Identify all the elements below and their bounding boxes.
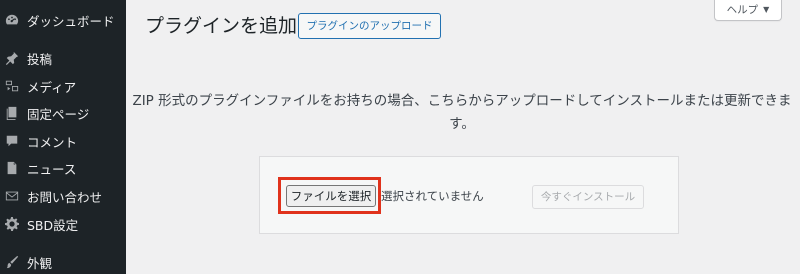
sidebar-item-label: SBD設定 [27,217,79,233]
sidebar-item-label: ダッシュボード [27,13,115,29]
sidebar-item-contact[interactable]: お問い合わせ [0,185,126,207]
sidebar-item-news[interactable]: ニュース [0,157,126,179]
page-icon [5,106,19,120]
sidebar-item-pages[interactable]: 固定ページ [0,102,126,124]
page-title: プラグインを追加 [145,15,298,37]
sidebar-item-label: メディア [27,79,77,95]
sidebar-item-label: ニュース [27,161,77,177]
no-file-selected-text: 選択されていません [381,189,484,203]
sidebar-item-media[interactable]: メディア [0,75,126,97]
brush-icon [5,255,19,269]
sidebar-item-label: 外観 [27,255,53,271]
sidebar-item-label: コメント [27,134,78,150]
sidebar-item-appearance[interactable]: 外観 [0,251,126,273]
comment-icon [5,134,19,148]
help-tab-button[interactable]: ヘルプ ▼ [714,0,782,21]
install-now-button[interactable]: 今すぐインストール [532,185,644,209]
help-label: ヘルプ [726,3,759,16]
sidebar-item-sbd-settings[interactable]: SBD設定 [0,213,126,235]
sidebar-item-label: お問い合わせ [27,189,103,205]
sidebar-item-label: 投稿 [27,51,53,67]
upload-description: ZIP 形式のプラグインファイルをお持ちの場合、こちらからアップロードしてインス… [132,93,792,132]
sidebar-item-dashboard[interactable]: ダッシュボード [0,9,126,31]
mail-icon [5,189,19,203]
dashboard-icon [5,13,19,27]
media-icon [5,79,19,93]
sidebar-item-comments[interactable]: コメント [0,130,126,152]
caret-down-icon: ▼ [763,4,770,14]
gear-icon [5,217,19,231]
upload-plugin-button[interactable]: プラグインのアップロード [298,13,441,39]
sidebar-item-label: 固定ページ [27,106,90,122]
sidebar-item-posts[interactable]: 投稿 [0,47,126,69]
pin-icon [5,51,19,65]
choose-file-button[interactable]: ファイルを選択 [286,185,376,207]
admin-sidebar: ダッシュボード 投稿 メディア 固定ページ コメント ニュース お問い合わせ S… [0,0,126,274]
edit-page-icon [5,161,19,175]
